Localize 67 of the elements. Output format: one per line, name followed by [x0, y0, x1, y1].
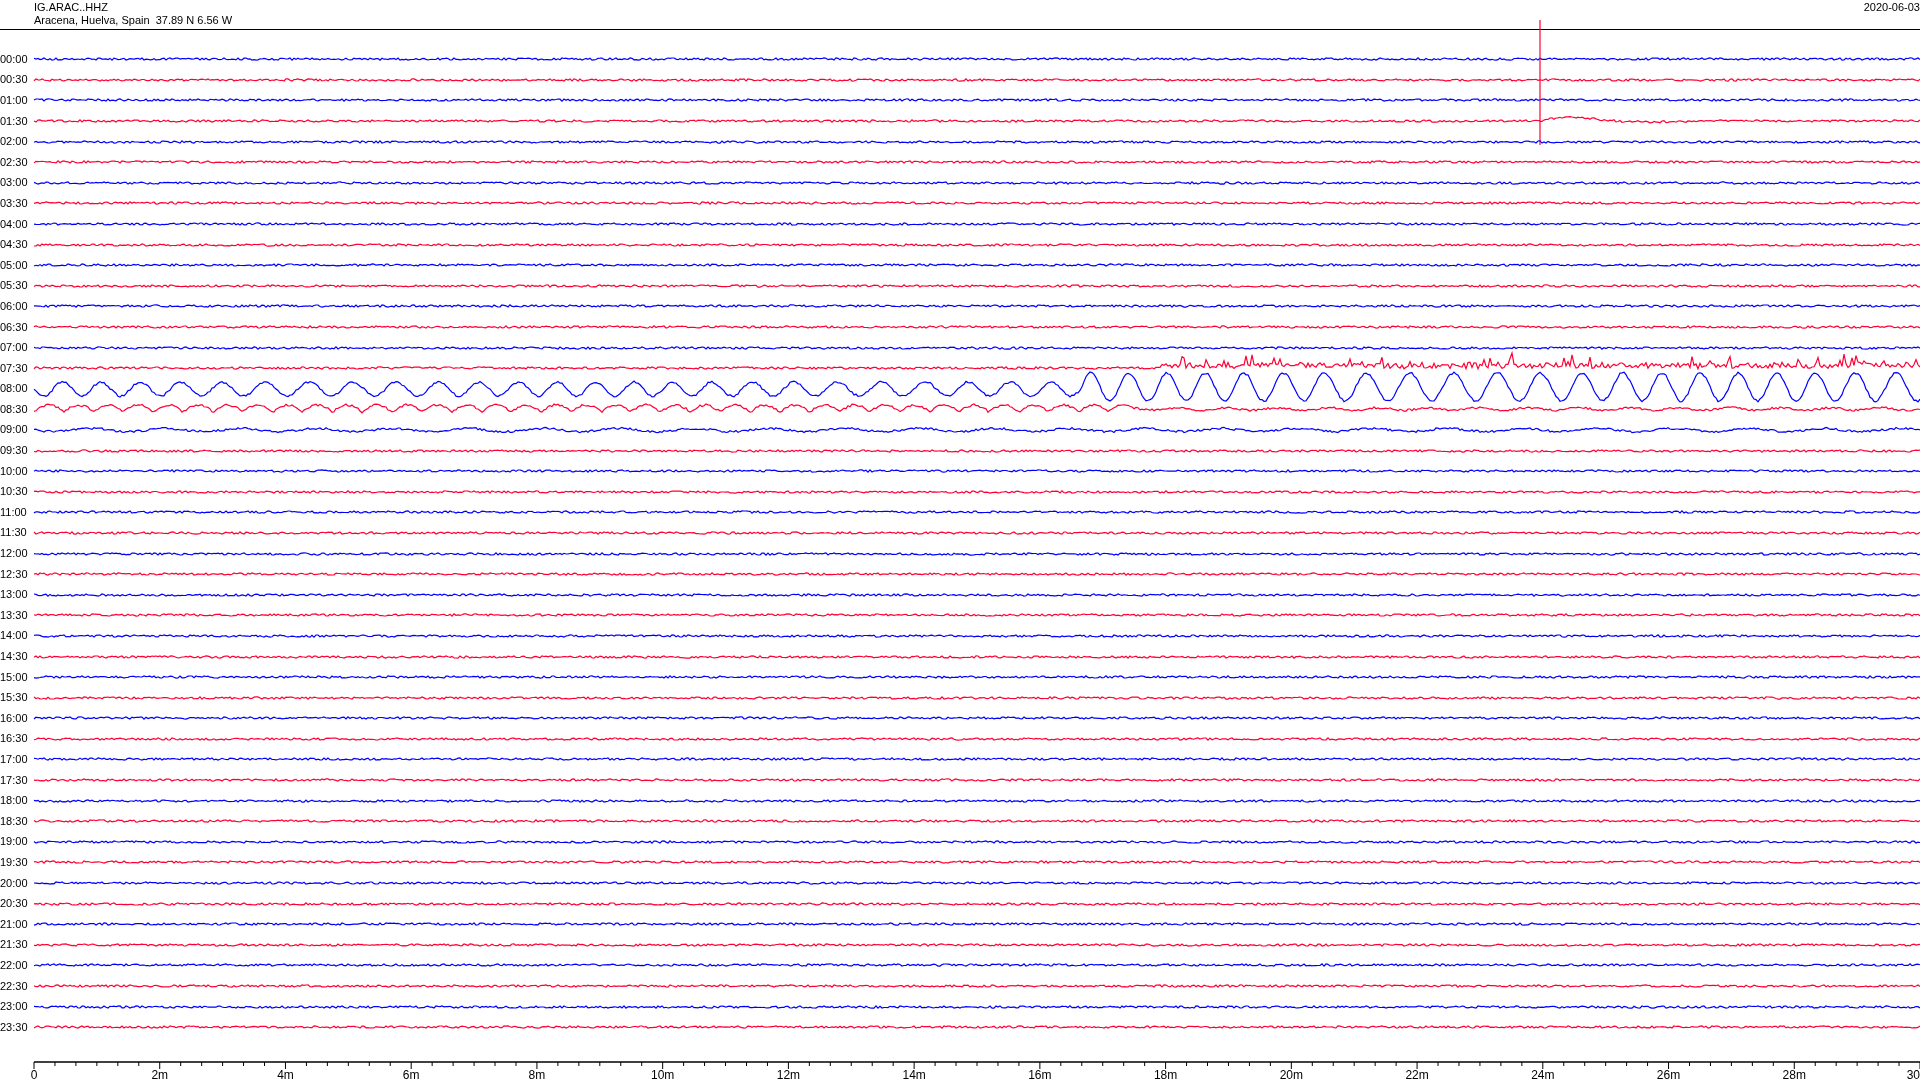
row-time-label: 04:30	[0, 239, 29, 251]
row-time-label: 02:30	[0, 156, 29, 168]
row-time-label: 22:00	[0, 959, 29, 971]
row-time-label: 11:00	[0, 506, 28, 518]
row-time-label: 08:00	[0, 383, 29, 395]
row-time-label: 16:00	[0, 712, 29, 724]
row-time-label: 04:00	[0, 218, 29, 230]
row-time-label: 09:30	[0, 445, 29, 457]
axis-tick-label: 24m	[1531, 1067, 1555, 1080]
row-time-label: 05:30	[0, 280, 29, 292]
row-time-label: 05:00	[0, 259, 29, 271]
row-time-label: 12:30	[0, 568, 29, 580]
axis-tick-label: 6m	[402, 1067, 420, 1080]
axis-tick-label: 14m	[902, 1067, 926, 1080]
axis-tick-label: 10m	[651, 1067, 675, 1080]
row-time-label: 17:00	[0, 754, 29, 765]
axis-tick-label: 28m	[1782, 1067, 1806, 1080]
axis-tick-label: 22m	[1405, 1067, 1429, 1080]
row-time-label: 00:30	[0, 74, 29, 86]
row-time-label: 10:30	[0, 486, 29, 498]
plot-date: 2020-06-03	[1863, 0, 1920, 15]
axis-tick-label: 2m	[151, 1067, 169, 1080]
row-time-label: 09:00	[0, 424, 29, 436]
row-time-label: 10:00	[0, 465, 29, 477]
axis-tick-label: 30	[1906, 1067, 1920, 1080]
row-time-label: 20:00	[0, 877, 29, 889]
row-time-label: 03:00	[0, 177, 29, 189]
row-time-label: 17:30	[0, 774, 29, 786]
axis-tick-label: 18m	[1153, 1067, 1178, 1080]
station-code: IG.ARAC..HHZ	[34, 1, 109, 14]
row-time-label: 08:30	[0, 403, 29, 415]
row-time-label: 06:00	[0, 300, 29, 312]
row-time-label: 13:30	[0, 609, 29, 621]
row-time-label: 19:00	[0, 836, 29, 848]
row-time-label: 23:30	[0, 1021, 29, 1033]
axis-tick-label: 26m	[1656, 1067, 1681, 1080]
row-time-label: 07:00	[0, 342, 29, 354]
station-location: Aracena, Huelva, Spain 37.89 N 6.56 W	[34, 14, 233, 27]
axis-tick-label: 12m	[776, 1067, 801, 1080]
row-time-label: 14:00	[0, 630, 29, 642]
row-time-label: 07:30	[0, 362, 29, 374]
row-time-label: 12:00	[0, 548, 29, 560]
row-time-label: 23:00	[0, 1001, 29, 1013]
row-time-label: 15:00	[0, 671, 29, 683]
axis-tick-label: 4m	[277, 1067, 294, 1080]
row-time-label: 19:30	[0, 856, 29, 868]
axis-tick-label: 0	[30, 1067, 38, 1080]
axis-tick-label: 16m	[1028, 1067, 1052, 1080]
row-time-label: 21:30	[0, 939, 29, 951]
row-time-label: 14:30	[0, 651, 29, 662]
row-time-label: 01:30	[0, 115, 29, 127]
row-time-label: 13:00	[0, 589, 29, 601]
row-time-label: 16:30	[0, 733, 29, 745]
row-time-label: 03:30	[0, 197, 29, 209]
row-time-label: 20:30	[0, 898, 29, 910]
row-time-label: 11:30	[0, 527, 28, 539]
row-time-label: 22:30	[0, 980, 29, 992]
row-time-label: 06:30	[0, 321, 29, 333]
row-time-label: 00:00	[0, 53, 29, 65]
row-time-label: 01:00	[0, 95, 29, 106]
row-time-label: 21:00	[0, 918, 29, 930]
axis-tick-label: 20m	[1279, 1067, 1303, 1080]
axis-tick-label: 8m	[528, 1067, 546, 1080]
row-time-label: 18:30	[0, 815, 29, 827]
row-time-label: 18:00	[0, 795, 29, 807]
row-time-label: 02:00	[0, 136, 29, 148]
row-time-label: 15:30	[0, 692, 29, 704]
